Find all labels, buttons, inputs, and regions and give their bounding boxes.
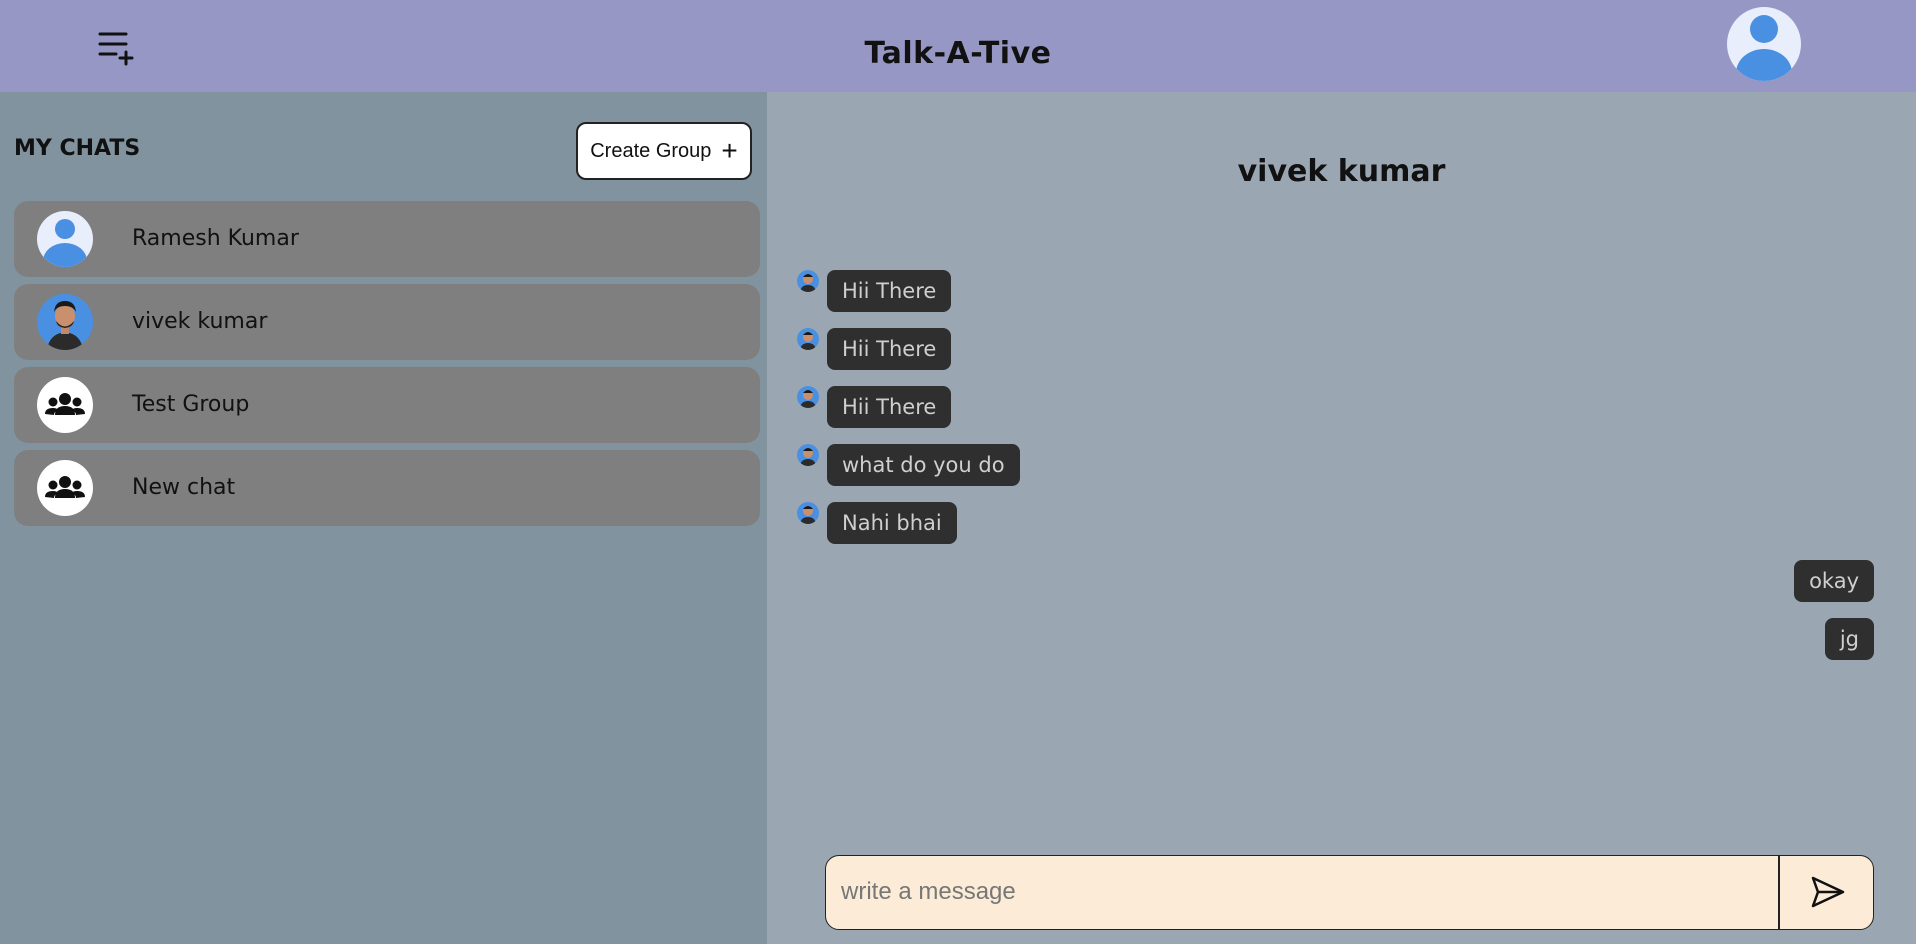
default-user-icon <box>37 211 93 267</box>
chat-name: Ramesh Kumar <box>132 226 299 251</box>
sender-avatar <box>797 502 819 524</box>
message-row: Nahi bhai <box>767 502 1916 544</box>
chat-name: Test Group <box>132 392 250 417</box>
chat-item-ramesh-kumar[interactable]: Ramesh Kumar <box>14 201 760 277</box>
message-bubble: okay <box>1794 560 1874 602</box>
sender-avatar <box>797 444 819 466</box>
message-bubble: jg <box>1824 618 1874 660</box>
chat-item-test-group[interactable]: Test Group <box>14 367 760 443</box>
message-row: Hii There <box>767 270 1916 312</box>
chat-name: New chat <box>132 475 236 500</box>
message-row: Hii There <box>767 328 1916 370</box>
chat-item-vivek-kumar[interactable]: vivek kumar <box>14 284 760 360</box>
app-title: Talk-A-Tive <box>864 36 1052 71</box>
group-icon <box>37 377 93 433</box>
message-bubble: Hii There <box>827 328 952 370</box>
sender-avatar <box>797 270 819 292</box>
sender-avatar <box>797 328 819 350</box>
message-row: what do you do <box>767 444 1916 486</box>
chat-title: vivek kumar <box>1237 154 1446 189</box>
message-bubble: what do you do <box>827 444 1020 486</box>
create-group-label: Create Group <box>590 139 712 162</box>
chat-panel: vivek kumar Hii There Hii There Hii Ther… <box>767 92 1916 944</box>
message-input[interactable] <box>826 856 1778 928</box>
app-header: Talk-A-Tive <box>0 0 1916 92</box>
send-icon <box>1810 874 1846 914</box>
send-button[interactable] <box>1780 856 1873 929</box>
group-icon <box>37 460 93 516</box>
sender-avatar <box>797 386 819 408</box>
user-photo-avatar <box>37 294 93 350</box>
user-avatar-icon[interactable] <box>1727 7 1801 81</box>
message-row: Hii There <box>767 386 1916 428</box>
create-group-button[interactable]: Create Group + <box>576 122 752 180</box>
chats-sidebar: MY CHATS Create Group + Ramesh Kumar viv… <box>0 92 767 944</box>
message-bubble: Hii There <box>827 386 952 428</box>
message-bubble: Hii There <box>827 270 952 312</box>
chat-name: vivek kumar <box>132 309 268 334</box>
plus-icon: + <box>721 135 738 166</box>
message-row-self: jg <box>767 618 1874 660</box>
chat-item-new-chat[interactable]: New chat <box>14 450 760 526</box>
message-composer <box>825 855 1874 930</box>
message-row-self: okay <box>767 560 1874 602</box>
message-bubble: Nahi bhai <box>827 502 957 544</box>
sidebar-title: MY CHATS <box>14 136 141 161</box>
